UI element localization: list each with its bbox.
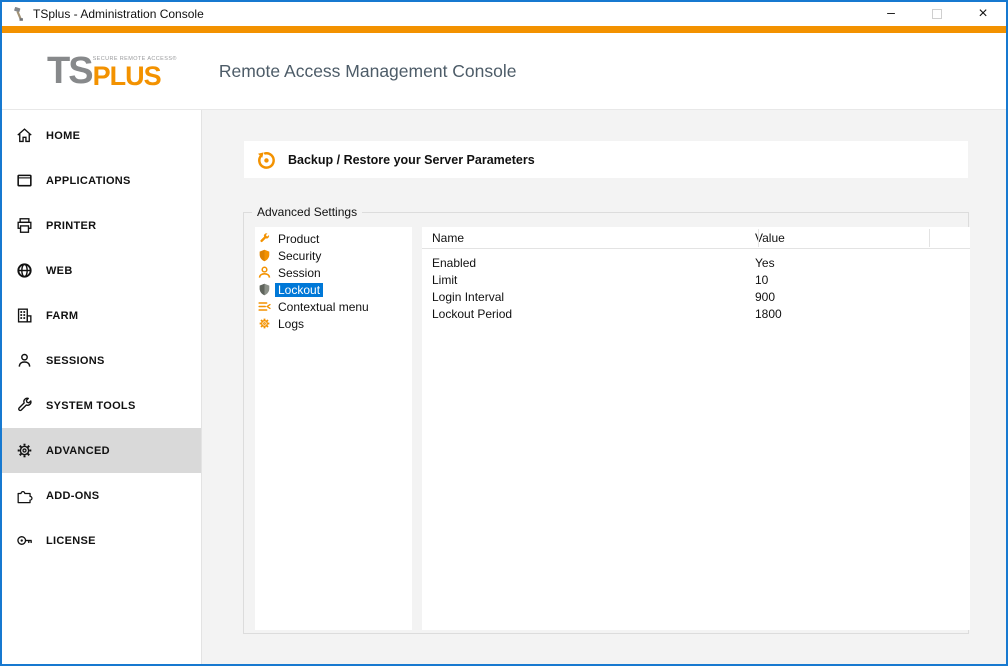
- column-header-name[interactable]: Name: [422, 231, 755, 245]
- window-title: TSplus - Administration Console: [33, 7, 868, 21]
- sidebar-item-add-ons[interactable]: ADD-ONS: [2, 473, 201, 518]
- wrench-icon: [258, 232, 271, 245]
- sidebar-item-advanced[interactable]: ADVANCED: [2, 428, 201, 473]
- setting-name: Enabled: [422, 256, 755, 270]
- sidebar-item-label: APPLICATIONS: [46, 175, 131, 187]
- close-icon: ×: [978, 5, 987, 23]
- tree-item-product[interactable]: Product: [255, 230, 412, 247]
- tsplus-logo: TS SECURE REMOTE ACCESS® PLUS: [47, 52, 177, 90]
- setting-value: Yes: [755, 256, 775, 270]
- home-icon: [14, 126, 34, 146]
- settings-tree: Product Security: [255, 227, 412, 630]
- sidebar-item-label: LICENSE: [46, 535, 96, 547]
- sidebar-item-label: PRINTER: [46, 220, 96, 232]
- tree-item-contextual-menu[interactable]: Contextual menu: [255, 298, 412, 315]
- farm-icon: [14, 306, 34, 326]
- sidebar-item-label: SESSIONS: [46, 355, 105, 367]
- tree-item-label: Logs: [275, 317, 307, 331]
- tree-item-label: Security: [275, 249, 324, 263]
- printer-icon: [14, 216, 34, 236]
- system-tools-icon: [14, 396, 34, 416]
- sidebar-item-farm[interactable]: FARM: [2, 293, 201, 338]
- menu-list-icon: [258, 300, 271, 313]
- setting-value: 1800: [755, 307, 782, 321]
- sidebar-item-label: ADD-ONS: [46, 490, 99, 502]
- shield-gray-icon: [258, 283, 271, 296]
- user-icon: [258, 266, 271, 279]
- backup-restore-banner[interactable]: Backup / Restore your Server Parameters: [244, 141, 968, 178]
- content-area: HOME APPLICATIONS: [2, 110, 1006, 664]
- tree-item-label: Contextual menu: [275, 300, 372, 314]
- column-divider[interactable]: [929, 229, 930, 247]
- app-icon: [10, 6, 26, 22]
- sidebar-item-web[interactable]: WEB: [2, 248, 201, 293]
- table-row[interactable]: Enabled Yes: [422, 254, 970, 271]
- sidebar-item-label: WEB: [46, 265, 73, 277]
- sidebar-item-label: HOME: [46, 130, 80, 142]
- sidebar-item-applications[interactable]: APPLICATIONS: [2, 158, 201, 203]
- add-ons-puzzle-icon: [14, 486, 34, 506]
- setting-value: 900: [755, 290, 775, 304]
- table-header: Name Value: [422, 227, 970, 249]
- banner-label: Backup / Restore your Server Parameters: [288, 153, 535, 167]
- advanced-gear-icon: [14, 441, 34, 461]
- table-row[interactable]: Login Interval 900: [422, 288, 970, 305]
- tree-item-label: Product: [275, 232, 322, 246]
- table-body: Enabled Yes Limit 10 Login Interval 900: [422, 249, 970, 322]
- settings-table: Name Value Enabled Yes Limit 10: [422, 227, 970, 630]
- tree-item-label: Lockout: [275, 283, 323, 297]
- table-row[interactable]: Lockout Period 1800: [422, 305, 970, 322]
- tree-item-logs[interactable]: Logs: [255, 315, 412, 332]
- sidebar-item-label: SYSTEM TOOLS: [46, 400, 136, 412]
- sidebar-item-system-tools[interactable]: SYSTEM TOOLS: [2, 383, 201, 428]
- accent-bar: [2, 26, 1006, 33]
- setting-name: Login Interval: [422, 290, 755, 304]
- restore-icon: [254, 148, 277, 171]
- shield-orange-icon: [258, 249, 271, 262]
- main-panel: Backup / Restore your Server Parameters …: [202, 110, 1006, 664]
- setting-name: Lockout Period: [422, 307, 755, 321]
- minimize-icon: –: [887, 7, 895, 17]
- tree-item-lockout[interactable]: Lockout: [255, 281, 412, 298]
- table-row[interactable]: Limit 10: [422, 271, 970, 288]
- tree-item-security[interactable]: Security: [255, 247, 412, 264]
- sidebar-nav: HOME APPLICATIONS: [2, 110, 202, 664]
- logo-ts-text: TS: [47, 52, 92, 90]
- sidebar-item-label: FARM: [46, 310, 78, 322]
- groupbox-title: Advanced Settings: [252, 205, 362, 219]
- license-key-icon: [14, 531, 34, 551]
- web-icon: [14, 261, 34, 281]
- tree-item-session[interactable]: Session: [255, 264, 412, 281]
- sidebar-item-sessions[interactable]: SESSIONS: [2, 338, 201, 383]
- sessions-icon: [14, 351, 34, 371]
- minimize-button[interactable]: –: [868, 2, 914, 26]
- app-header: TS SECURE REMOTE ACCESS® PLUS Remote Acc…: [2, 33, 1006, 110]
- sidebar-item-home[interactable]: HOME: [2, 113, 201, 158]
- app-window: TSplus - Administration Console – × TS S…: [0, 0, 1008, 666]
- sidebar-item-label: ADVANCED: [46, 445, 110, 457]
- maximize-icon: [932, 9, 942, 19]
- sidebar-item-printer[interactable]: PRINTER: [2, 203, 201, 248]
- setting-name: Limit: [422, 273, 755, 287]
- applications-icon: [14, 171, 34, 191]
- close-button[interactable]: ×: [960, 2, 1006, 26]
- gear-icon: [258, 317, 271, 330]
- advanced-settings-group: Advanced Settings Product: [243, 212, 969, 634]
- setting-value: 10: [755, 273, 768, 287]
- sidebar-item-license[interactable]: LICENSE: [2, 518, 201, 563]
- column-header-value[interactable]: Value: [755, 231, 785, 245]
- logo-plus-text: PLUS: [93, 63, 177, 90]
- maximize-button[interactable]: [914, 2, 960, 26]
- window-controls: – ×: [868, 2, 1006, 26]
- tree-item-label: Session: [275, 266, 324, 280]
- column-divider[interactable]: [758, 229, 759, 247]
- page-title: Remote Access Management Console: [219, 61, 517, 82]
- title-bar[interactable]: TSplus - Administration Console – ×: [2, 2, 1006, 26]
